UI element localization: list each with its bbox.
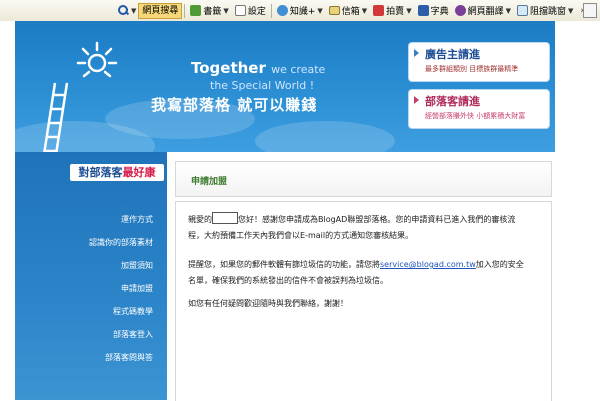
- toolbar-end-icon[interactable]: [583, 3, 597, 18]
- spam-reminder-paragraph: 提醒您，如果您的郵件軟體有篩垃圾信的功能，請您將service@blogad.c…: [188, 257, 528, 289]
- mail-icon: [328, 6, 340, 15]
- toolbar-popup-blocker-button[interactable]: 阻擋跳窗 ▼: [514, 2, 576, 19]
- chevron-down-icon: ▼: [505, 6, 511, 15]
- arrow-right-icon: [414, 49, 419, 57]
- sidebar-badge-highlight: 最好康: [122, 166, 156, 179]
- redacted-name: [212, 212, 238, 224]
- toolbar-item-label: 網頁翻譯: [467, 7, 504, 17]
- panel-header: 申請加盟: [175, 161, 552, 197]
- toolbar-knowledge-button[interactable]: 知識+ ▼: [274, 2, 326, 19]
- sidebar-badge: 對部落客最好康: [70, 164, 164, 181]
- toolbar-translate-button[interactable]: 網頁翻譯 ▼: [452, 2, 514, 19]
- header-banner: Together we create the Special World ! 我…: [15, 21, 555, 152]
- confirmation-paragraph: 親愛的 您好！感謝您申請成為BlogAD聯盟部落格。您的申請資料已進入我們的審核流…: [188, 212, 528, 244]
- browser-toolbar: ▼ 網頁搜尋 書籤 ▼ 設定 知識+ ▼ 信箱 ▼ 拍賣 ▼ 字典 網頁翻譯 ▼…: [0, 0, 600, 22]
- advertiser-entry-button[interactable]: 廣告主請進 最多群組類別 目標族群最精準: [408, 42, 550, 82]
- knowledge-icon: [276, 5, 288, 16]
- sidebar-item-join-notes[interactable]: 加盟須知: [89, 254, 153, 277]
- blogger-entry-title: 部落客請進: [425, 95, 480, 108]
- toolbar-settings-button[interactable]: 設定: [232, 2, 269, 19]
- blogger-entry-button[interactable]: 部落客請進 經營部落賺外快 小額累積大財富: [408, 89, 550, 129]
- advertiser-entry-title: 廣告主請進: [425, 48, 480, 61]
- confirmation-text: 您好！感謝您申請成為BlogAD聯盟部落格。您的申請資料已進入我們的審核流程，大…: [188, 215, 516, 240]
- auction-icon: [373, 5, 385, 16]
- popup-blocker-icon: [517, 5, 528, 16]
- toolbar-bookmarks-button[interactable]: 書籤 ▼: [187, 2, 231, 19]
- dictionary-icon: [417, 5, 429, 16]
- right-gutter: [555, 21, 600, 400]
- toolbar-search[interactable]: ▼ 網頁搜尋: [118, 2, 183, 19]
- toolbar-item-label: 書籤: [203, 7, 222, 17]
- sidebar-item-apply[interactable]: 申請加盟: [89, 277, 153, 300]
- slogan-we-create: we create: [271, 63, 326, 76]
- sidebar: 對部落客最好康 運作方式 認識你的部落素材 加盟須知 申請加盟 程式碼教學 部落…: [15, 152, 167, 400]
- panel-body: 親愛的 您好！感謝您申請成為BlogAD聯盟部落格。您的申請資料已進入我們的審核流…: [175, 201, 552, 401]
- toolbar-item-label: 信箱: [341, 7, 360, 17]
- sidebar-item-blogger-login[interactable]: 部落客登入: [89, 323, 153, 346]
- toolbar-dictionary-button[interactable]: 字典: [415, 2, 452, 19]
- sidebar-badge-text: 對部落客: [78, 166, 123, 179]
- chevron-down-icon: ▼: [406, 6, 412, 15]
- toolbar-mail-button[interactable]: 信箱 ▼: [326, 2, 370, 19]
- toolbar-separator: [270, 3, 272, 18]
- chevron-down-icon: ▼: [361, 6, 368, 15]
- search-icon[interactable]: [118, 5, 129, 16]
- panel-title: 申請加盟: [191, 177, 228, 187]
- toolbar-item-label: 拍賣: [386, 7, 405, 17]
- web-search-button[interactable]: 網頁搜尋: [138, 2, 183, 19]
- translate-icon: [454, 5, 466, 16]
- cloud-decoration: [255, 121, 395, 152]
- arrow-right-icon: [414, 96, 419, 104]
- toolbar-item-label: 設定: [247, 7, 266, 17]
- slogan-together: Together: [191, 59, 266, 77]
- chevron-down-icon: ▼: [317, 6, 323, 15]
- sidebar-item-ad-materials[interactable]: 認識你的部落素材: [89, 231, 153, 254]
- slogan-chinese: 我寫部落格 就可以賺錢: [151, 96, 318, 114]
- toolbar-item-label: 字典: [430, 7, 449, 17]
- toolbar-auction-button[interactable]: 拍賣 ▼: [370, 2, 414, 19]
- chevron-down-icon[interactable]: ▼: [131, 7, 136, 15]
- toolbar-separator: [184, 3, 186, 18]
- page: Together we create the Special World ! 我…: [0, 21, 600, 401]
- blogger-entry-subtitle: 經營部落賺外快 小額累積大財富: [425, 112, 526, 120]
- service-email-link[interactable]: service@blogad.com.tw: [380, 260, 476, 269]
- slogan-english-line-1: Together we create: [191, 59, 325, 77]
- sidebar-menu: 運作方式 認識你的部落素材 加盟須知 申請加盟 程式碼教學 部落客登入 部落客問…: [89, 208, 153, 369]
- greeting-text: 親愛的: [188, 215, 212, 224]
- slogan-english-line-2: the Special World !: [210, 79, 315, 92]
- reminder-text-before: 提醒您，如果您的郵件軟體有篩垃圾信的功能，請您將: [188, 260, 380, 269]
- main-content: 申請加盟 親愛的 您好！感謝您申請成為BlogAD聯盟部落格。您的申請資料已進入我…: [175, 161, 553, 401]
- ladder-icon: [43, 82, 69, 152]
- chevron-down-icon: ▼: [568, 6, 574, 15]
- sidebar-item-code-tutorial[interactable]: 程式碼教學: [89, 300, 153, 323]
- sidebar-item-faq[interactable]: 部落客問與答: [89, 346, 153, 369]
- settings-icon: [234, 5, 246, 16]
- contact-paragraph: 如您有任何疑問歡迎隨時與我們聯絡，謝謝！: [188, 299, 348, 308]
- advertiser-entry-subtitle: 最多群組類別 目標族群最精準: [425, 65, 519, 73]
- toolbar-item-label: 知識+: [289, 7, 316, 17]
- bookmark-icon: [190, 5, 202, 16]
- sidebar-item-how-it-works[interactable]: 運作方式: [89, 208, 153, 231]
- toolbar-item-label: 阻擋跳窗: [530, 7, 567, 17]
- left-gutter: [0, 21, 15, 400]
- sun-icon: [76, 41, 118, 78]
- chevron-down-icon: ▼: [223, 6, 229, 15]
